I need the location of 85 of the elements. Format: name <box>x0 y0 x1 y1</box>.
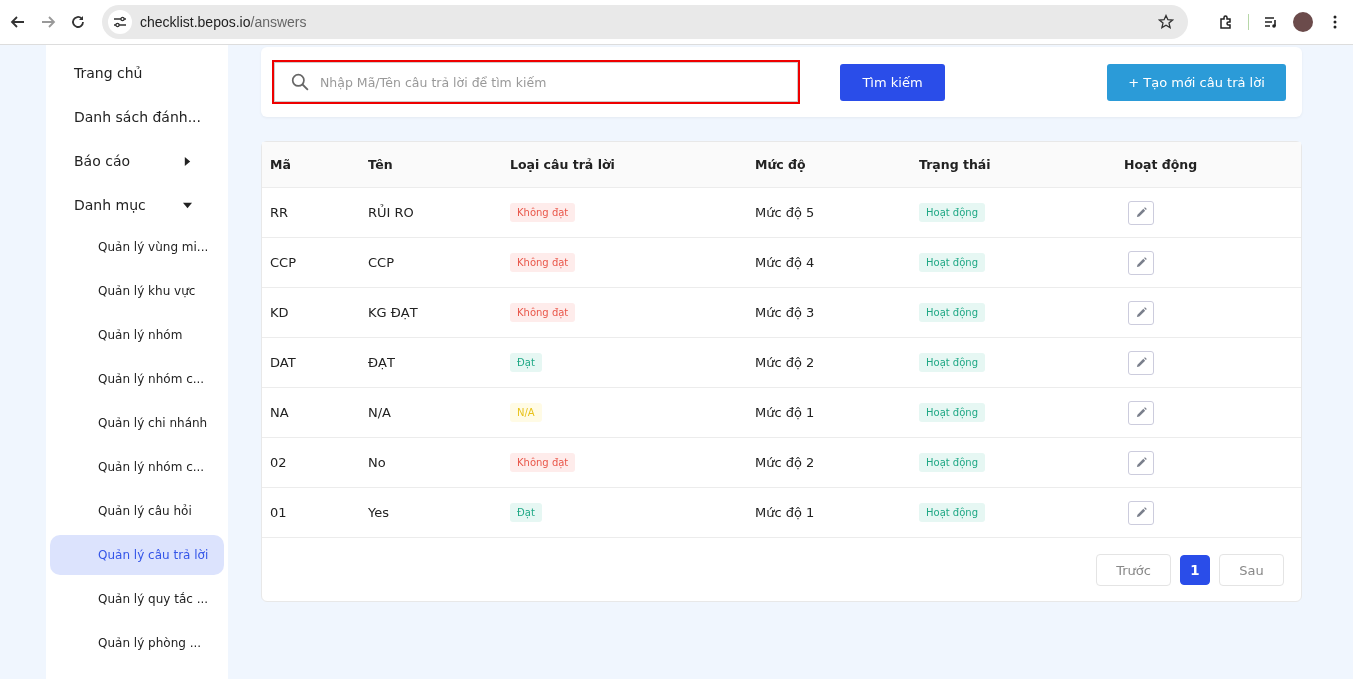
pencil-icon <box>1135 307 1147 318</box>
edit-button[interactable] <box>1128 350 1154 375</box>
table-cell-text: NA <box>270 405 290 420</box>
answer-type-tag: N/A <box>510 403 542 422</box>
pencil-icon <box>1135 457 1147 468</box>
media-icon[interactable] <box>1263 14 1279 30</box>
sidebar-item[interactable]: Danh mục <box>46 183 228 227</box>
page-number-button[interactable]: 1 <box>1180 555 1210 585</box>
edit-button[interactable] <box>1128 400 1154 425</box>
sidebar-subitem[interactable]: Quản lý vùng mi... <box>50 227 224 267</box>
table-cell-text: Yes <box>368 505 390 520</box>
sidebar-subitem[interactable]: Quản lý nhóm c... <box>50 359 224 399</box>
forward-icon[interactable] <box>40 14 56 30</box>
status-tag: Hoạt động <box>919 403 986 422</box>
extensions-icon[interactable] <box>1218 14 1234 30</box>
answer-type-tag: Không đạt <box>510 303 576 322</box>
address-bar[interactable]: checklist.bepos.io/answers <box>102 5 1188 39</box>
edit-button[interactable] <box>1128 200 1154 225</box>
site-settings-icon[interactable] <box>108 10 132 34</box>
pencil-icon <box>1135 507 1147 518</box>
sidebar-subitem[interactable]: Quản lý nhóm c... <box>50 447 224 487</box>
table-cell-text: DAT <box>270 355 297 370</box>
column-header: Trạng thái <box>919 157 992 172</box>
table-cell-text: KG ĐẠT <box>368 305 419 320</box>
pencil-icon <box>1135 207 1147 218</box>
table-cell-text: 02 <box>270 455 288 470</box>
star-icon[interactable] <box>1158 14 1174 30</box>
sidebar-subitem[interactable]: Quản lý câu hỏi <box>50 491 224 531</box>
sidebar-subitem[interactable]: Quản lý nhóm <box>50 315 224 355</box>
edit-button[interactable] <box>1128 500 1154 525</box>
sidebar-item[interactable]: Danh sách đánh... <box>46 95 228 139</box>
answer-type-tag: Đạt <box>510 353 542 372</box>
answer-type-tag: Không đạt <box>510 453 576 472</box>
search-button[interactable]: Tìm kiếm <box>840 63 945 101</box>
pencil-icon <box>1135 357 1147 368</box>
table-cell-text: CCP <box>270 255 297 270</box>
table-cell-text: Mức độ 1 <box>755 505 816 520</box>
search-icon <box>291 73 309 91</box>
table-cell-text: Mức độ 3 <box>755 305 816 320</box>
edit-button[interactable] <box>1128 300 1154 325</box>
profile-avatar[interactable] <box>1293 12 1313 32</box>
table-cell-text: N/A <box>368 405 392 420</box>
search-field[interactable]: Nhập Mã/Tên câu trả lời để tìm kiếm <box>274 62 798 102</box>
table-cell-text: ĐẠT <box>368 355 396 370</box>
pencil-icon <box>1135 257 1147 268</box>
table-cell-text: 01 <box>270 505 288 520</box>
sidebar-item[interactable]: Trang chủ <box>46 51 228 95</box>
status-tag: Hoạt động <box>919 353 986 372</box>
edit-button[interactable] <box>1128 250 1154 275</box>
reload-icon[interactable] <box>70 14 86 30</box>
column-header: Mã <box>270 157 292 172</box>
answer-type-tag: Không đạt <box>510 253 576 272</box>
table-cell-text: CCP <box>368 255 395 270</box>
table-cell-text: Mức độ 5 <box>755 205 816 220</box>
table-cell-text: RỦI RO <box>368 205 415 220</box>
answer-type-tag: Không đạt <box>510 203 576 222</box>
status-tag: Hoạt động <box>919 503 986 522</box>
status-tag: Hoạt động <box>919 253 986 272</box>
sidebar-subitem[interactable]: Quản lý khu vực <box>50 271 224 311</box>
table-cell-text: Mức độ 2 <box>755 455 816 470</box>
sidebar-subitem[interactable]: Quản lý câu trả lời <box>50 535 224 575</box>
back-icon[interactable] <box>10 14 26 30</box>
table-cell-text: Mức độ 4 <box>755 255 816 270</box>
table-cell-text: Mức độ 2 <box>755 355 816 370</box>
url-text: checklist.bepos.io/answers <box>140 14 308 30</box>
column-header: Loại câu trả lời <box>510 157 616 172</box>
column-header: Mức độ <box>755 157 807 172</box>
status-tag: Hoạt động <box>919 203 986 222</box>
answer-type-tag: Đạt <box>510 503 542 522</box>
pencil-icon <box>1135 407 1147 418</box>
table-cell-text: RR <box>270 205 290 220</box>
sidebar-subitem[interactable]: Quản lý chi nhánh <box>50 403 224 443</box>
sidebar-item[interactable]: Báo cáo <box>46 139 228 183</box>
status-tag: Hoạt động <box>919 303 986 322</box>
sidebar-subitem[interactable]: Quản lý phòng ... <box>50 623 224 663</box>
status-tag: Hoạt động <box>919 453 986 472</box>
sidebar-subitem[interactable]: Quản lý quy tắc ... <box>50 579 224 619</box>
column-header: Hoạt động <box>1124 157 1199 172</box>
next-page-button[interactable]: Sau <box>1219 554 1284 586</box>
table-cell-text: Mức độ 1 <box>755 405 816 420</box>
previous-page-button[interactable]: Trước <box>1096 554 1171 586</box>
edit-button[interactable] <box>1128 450 1154 475</box>
column-header: Tên <box>368 157 394 172</box>
table-cell-text: KD <box>270 305 290 320</box>
table-cell-text: No <box>368 455 387 470</box>
